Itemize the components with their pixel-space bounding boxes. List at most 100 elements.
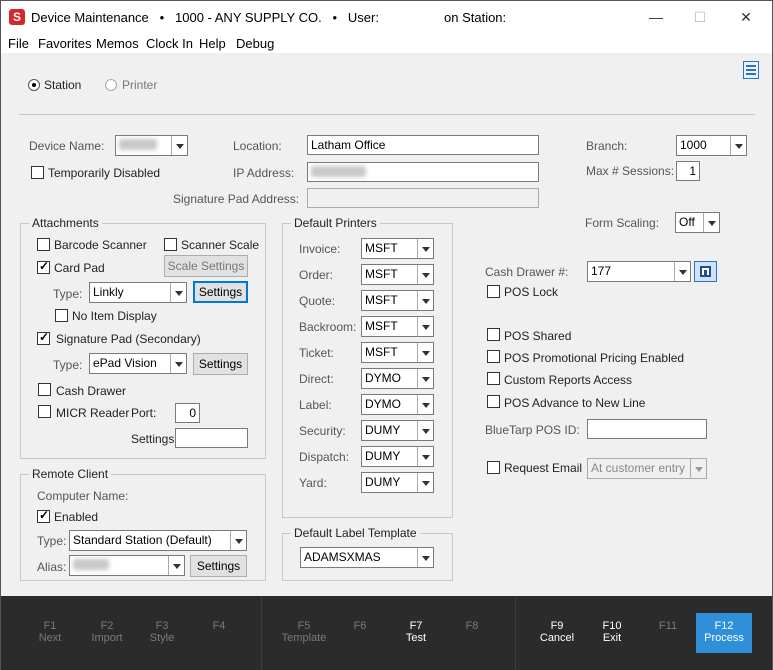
location-input[interactable]: Latham Office: [307, 135, 539, 155]
minimize-button[interactable]: —: [641, 5, 671, 29]
chevron-down-icon: [417, 447, 433, 466]
request-email-select[interactable]: At customer entry: [587, 458, 707, 479]
request-email-checkbox[interactable]: [487, 461, 500, 474]
printer-select[interactable]: MSFT: [361, 316, 434, 337]
fkey-key: F11: [658, 620, 678, 632]
menu-memos[interactable]: Memos: [96, 36, 139, 51]
fkey-f3-button[interactable]: F3 Style: [137, 620, 187, 644]
maximize-button[interactable]: ☐: [685, 5, 715, 29]
fkey-f6-button[interactable]: F6: [335, 620, 385, 632]
menu-file[interactable]: File: [8, 36, 29, 51]
signature-pad-type-select[interactable]: ePad Vision: [89, 353, 187, 374]
fkey-key: F7: [409, 620, 423, 632]
signature-pad-checkbox[interactable]: [37, 330, 50, 345]
fkey-f5-button[interactable]: F5 Template: [279, 620, 329, 644]
fkey-f8-button[interactable]: F8: [447, 620, 497, 632]
app-logo-icon: S: [9, 9, 25, 25]
card-pad-type-select[interactable]: Linkly: [89, 282, 187, 303]
fkey-f7-button[interactable]: F7 Test: [391, 620, 441, 644]
cash-drawer-number-label: Cash Drawer #:: [485, 265, 569, 279]
default-label-template-title: Default Label Template: [291, 526, 420, 540]
micr-reader-checkbox[interactable]: [38, 405, 51, 418]
chevron-down-icon: [690, 459, 706, 478]
port-input[interactable]: 0: [175, 403, 200, 423]
close-button[interactable]: ✕: [731, 5, 761, 29]
printer-select[interactable]: MSFT: [361, 290, 434, 311]
printer-row-label: Invoice:: [299, 242, 341, 256]
bluetarp-input[interactable]: [587, 419, 707, 439]
card-pad-checkbox[interactable]: [37, 259, 50, 274]
fkey-key: F3: [155, 620, 169, 632]
printer-row-label: Direct:: [299, 372, 334, 386]
cash-drawer-number-select[interactable]: 177: [587, 261, 691, 282]
printer-select[interactable]: DYMO: [361, 394, 434, 415]
scale-settings-button[interactable]: Scale Settings: [164, 255, 248, 277]
printer-select[interactable]: MSFT: [361, 238, 434, 259]
fkey-label: Style: [149, 632, 175, 644]
pos-promo-checkbox[interactable]: [487, 350, 500, 363]
barcode-scanner-checkbox[interactable]: [37, 238, 50, 251]
device-name-select[interactable]: [115, 135, 188, 156]
divider: [261, 596, 262, 670]
pos-lock-checkbox[interactable]: [487, 285, 500, 298]
signature-pad-settings-button[interactable]: Settings: [193, 353, 248, 375]
remote-type-select[interactable]: Standard Station (Default): [69, 530, 247, 551]
pos-lock-label: POS Lock: [504, 285, 559, 299]
printer-select[interactable]: DUMY: [361, 472, 434, 493]
fkey-f11-button[interactable]: F11: [643, 620, 693, 632]
fkey-f2-button[interactable]: F2 Import: [82, 620, 132, 644]
menu-favorites[interactable]: Favorites: [38, 36, 91, 51]
card-pad-settings-button[interactable]: Settings: [193, 281, 248, 303]
pos-advance-checkbox[interactable]: [487, 395, 500, 408]
hamburger-menu-icon[interactable]: [743, 61, 759, 79]
menu-debug[interactable]: Debug: [236, 36, 274, 51]
label-template-select[interactable]: ADAMSXMAS: [300, 547, 434, 568]
remote-enabled-label: Enabled: [54, 510, 99, 524]
printer-select[interactable]: MSFT: [361, 342, 434, 363]
fkey-f1-button[interactable]: F1 Next: [25, 620, 75, 644]
form-scaling-select[interactable]: Off: [675, 212, 720, 233]
remote-enabled-checkbox[interactable]: [37, 508, 50, 523]
max-sessions-input[interactable]: 1: [676, 161, 700, 181]
signature-pad-label: Signature Pad (Secondary): [56, 332, 201, 346]
pos-shared-checkbox[interactable]: [487, 328, 500, 341]
remote-settings-button[interactable]: Settings: [190, 555, 247, 577]
printer-select[interactable]: DYMO: [361, 368, 434, 389]
fkey-f4-button[interactable]: F4: [194, 620, 244, 632]
chevron-down-icon: [417, 473, 433, 492]
chevron-down-icon: [417, 343, 433, 362]
menu-clock-in[interactable]: Clock In: [146, 36, 193, 51]
no-item-display-checkbox[interactable]: [55, 309, 68, 322]
custom-reports-checkbox[interactable]: [487, 372, 500, 385]
fkey-label: Cancel: [539, 632, 575, 644]
station-radio[interactable]: [28, 79, 40, 91]
scanner-scale-checkbox[interactable]: [164, 238, 177, 251]
ip-address-input[interactable]: [307, 162, 539, 182]
chevron-down-icon: [417, 369, 433, 388]
signature-pad-address-input[interactable]: [307, 188, 539, 208]
printer-select[interactable]: DUMY: [361, 420, 434, 441]
open-drawer-icon[interactable]: [694, 261, 717, 282]
window-title: Device Maintenance • 1000 - ANY SUPPLY C…: [31, 10, 507, 25]
chevron-down-icon: [230, 531, 246, 550]
barcode-scanner-label: Barcode Scanner: [54, 238, 147, 252]
alias-select[interactable]: [69, 555, 185, 576]
fkey-f9-button[interactable]: F9 Cancel: [532, 620, 582, 644]
request-email-label: Request Email: [504, 461, 583, 475]
fkey-label: Import: [91, 632, 123, 644]
printer-select[interactable]: MSFT: [361, 264, 434, 285]
printer-select[interactable]: DUMY: [361, 446, 434, 467]
chevron-down-icon: [674, 262, 690, 281]
temporarily-disabled-checkbox[interactable]: [31, 166, 44, 179]
branch-select[interactable]: 1000: [676, 135, 747, 156]
port-label: Port:: [131, 406, 157, 420]
fkey-label: Template: [281, 632, 327, 644]
fkey-f10-button[interactable]: F10 Exit: [587, 620, 637, 644]
micr-settings-input[interactable]: [175, 428, 248, 448]
menu-help[interactable]: Help: [199, 36, 226, 51]
remote-type-label: Type:: [37, 534, 67, 548]
printer-row-label: Quote:: [299, 294, 336, 308]
printer-radio[interactable]: [105, 79, 117, 91]
fkey-f12-button[interactable]: F12 Process: [696, 613, 752, 653]
cash-drawer-checkbox[interactable]: [38, 383, 51, 396]
